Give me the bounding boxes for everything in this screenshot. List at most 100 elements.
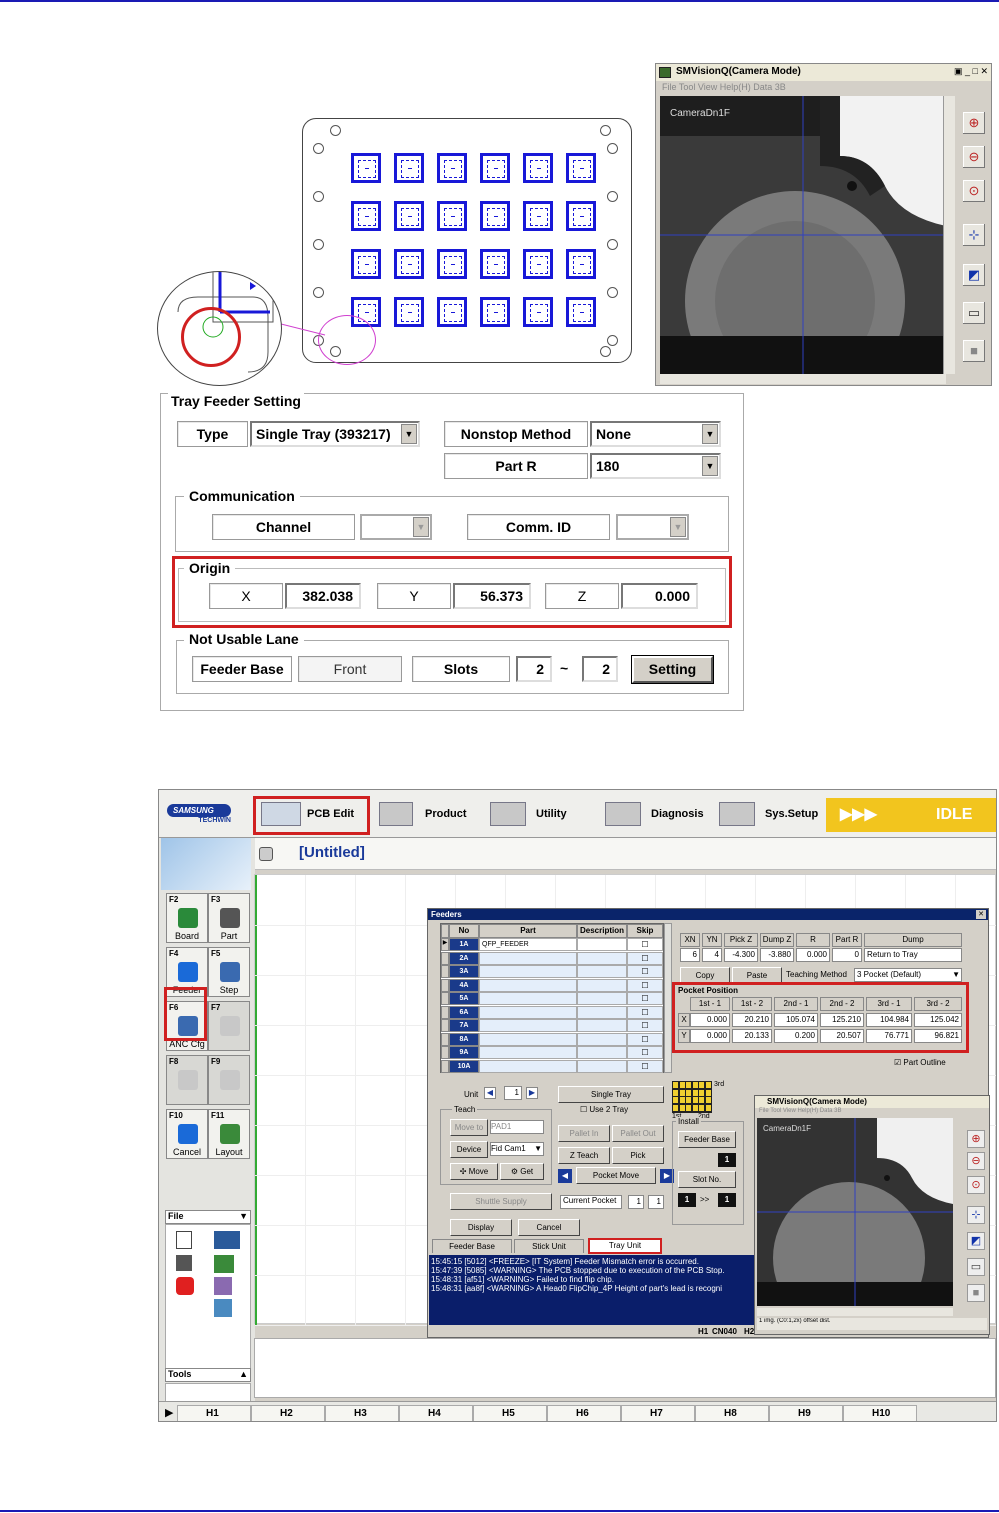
feeder-no-cell[interactable]: 5A	[449, 992, 479, 1005]
save-icon[interactable]	[176, 1255, 192, 1271]
row-selector[interactable]	[441, 951, 449, 965]
description-cell[interactable]	[577, 965, 627, 978]
z-teach-button[interactable]: Z Teach	[558, 1147, 610, 1164]
part-r-select[interactable]: 180 ▼	[590, 453, 721, 479]
current-row-marker[interactable]: ▶	[441, 938, 449, 951]
description-cell[interactable]	[577, 951, 627, 965]
pocket-y-value[interactable]: 20.133	[732, 1029, 772, 1043]
pocket-y-value[interactable]: 76.771	[866, 1029, 912, 1043]
feeder-no-cell[interactable]: 6A	[449, 1005, 479, 1019]
play-icon[interactable]: ▶	[165, 1406, 173, 1419]
stop-icon[interactable]: ■	[967, 1284, 985, 1302]
slot-from-field[interactable]: 2	[516, 656, 552, 682]
feeder-no-cell[interactable]: 2A	[449, 951, 479, 965]
status-cell[interactable]: H7	[621, 1405, 695, 1421]
setting-button[interactable]: Setting	[631, 655, 714, 684]
row-selector[interactable]	[441, 1019, 449, 1032]
feeder-base-button[interactable]: Feeder Base	[678, 1131, 736, 1148]
new-file-icon[interactable]	[176, 1231, 192, 1249]
skip-checkbox[interactable]: ☐	[627, 1005, 663, 1019]
pocket-y-value[interactable]: 0.200	[774, 1029, 818, 1043]
feeder-no-cell[interactable]: 4A	[449, 978, 479, 992]
skip-checkbox[interactable]: ☐	[627, 1046, 663, 1059]
feeder-no-cell[interactable]: 1A	[449, 938, 479, 951]
window-icon[interactable]: ▭	[967, 1258, 985, 1276]
display-button[interactable]: Display	[450, 1219, 512, 1236]
origin-z-field[interactable]: 0.000	[621, 583, 698, 609]
description-cell[interactable]	[577, 1046, 627, 1059]
type-select[interactable]: Single Tray (393217) ▼	[250, 421, 420, 447]
description-cell[interactable]	[577, 1005, 627, 1019]
channel-select[interactable]: ▼	[360, 514, 432, 540]
import-icon[interactable]	[214, 1255, 234, 1273]
skip-checkbox[interactable]: ☐	[627, 992, 663, 1005]
nonstop-method-select[interactable]: None ▼	[590, 421, 721, 447]
fkey-f2[interactable]: F2 Board	[166, 893, 208, 943]
feeder-no-cell[interactable]: 9A	[449, 1046, 479, 1059]
skip-checkbox[interactable]: ☐	[627, 978, 663, 992]
row-selector[interactable]	[441, 1059, 449, 1073]
pocket-y-value[interactable]: 0.000	[690, 1029, 730, 1043]
feeder-table-scrollbar[interactable]	[664, 923, 672, 1073]
pocket-x-value[interactable]: 104.984	[866, 1013, 912, 1027]
tab-utility[interactable]: Utility	[484, 798, 596, 831]
row-selector[interactable]	[441, 1046, 449, 1059]
single-tray-button[interactable]: Single Tray	[558, 1086, 664, 1103]
unit-value[interactable]: 1	[504, 1086, 522, 1100]
fkey-f11[interactable]: F11 Layout	[208, 1109, 250, 1159]
tab-stick-unit[interactable]: Stick Unit	[514, 1239, 584, 1253]
row-selector[interactable]	[441, 978, 449, 992]
feeder-no-cell[interactable]: 3A	[449, 965, 479, 978]
description-cell[interactable]	[577, 1059, 627, 1073]
camera-hscrollbar[interactable]	[660, 374, 946, 384]
description-cell[interactable]	[577, 1032, 627, 1046]
pocket-x-value[interactable]: 125.210	[820, 1013, 864, 1027]
feeder-no-cell[interactable]: 8A	[449, 1032, 479, 1046]
move-button[interactable]: ✣ Move	[450, 1163, 498, 1180]
status-cell[interactable]: H2	[251, 1405, 325, 1421]
part-cell[interactable]	[479, 951, 577, 965]
network-icon[interactable]	[214, 1299, 232, 1317]
part-cell[interactable]	[479, 1046, 577, 1059]
zoom-out-icon[interactable]: ⊖	[961, 144, 987, 170]
description-cell[interactable]	[577, 938, 627, 951]
xn-value[interactable]: 0	[832, 948, 862, 962]
tab-product[interactable]: Product	[373, 798, 481, 831]
skip-checkbox[interactable]: ☐	[627, 1019, 663, 1032]
zoom-out-icon[interactable]: ⊖	[967, 1152, 985, 1170]
part-cell[interactable]	[479, 1019, 577, 1032]
tools-menu[interactable]: Tools ▲	[165, 1368, 251, 1382]
window-icon[interactable]: ▭	[961, 300, 987, 326]
status-cell[interactable]: H5	[473, 1405, 547, 1421]
stop-icon[interactable]: ■	[961, 338, 987, 364]
zoom-fit-icon[interactable]: ⊙	[961, 178, 987, 204]
use-2-tray-checkbox[interactable]: ☐ Use 2 Tray	[580, 1105, 628, 1114]
status-cell[interactable]: H1	[177, 1405, 251, 1421]
pocket-x-value[interactable]: 20.210	[732, 1013, 772, 1027]
status-cell[interactable]: H10	[843, 1405, 917, 1421]
pocket-move-button[interactable]: Pocket Move	[576, 1167, 656, 1184]
open-folder-icon[interactable]	[214, 1231, 240, 1249]
power-icon[interactable]	[176, 1277, 194, 1295]
fkey-f7[interactable]: F7	[208, 1001, 250, 1051]
part-cell[interactable]	[479, 992, 577, 1005]
close-icon[interactable]: ✕	[976, 910, 986, 919]
skip-checkbox[interactable]: ☐	[627, 1059, 663, 1073]
feeder-no-cell[interactable]: 7A	[449, 1019, 479, 1032]
row-selector[interactable]	[441, 1032, 449, 1046]
window-controls[interactable]: ▣ _ □ ✕	[942, 66, 988, 79]
tab-tray-unit[interactable]: Tray Unit	[588, 1238, 662, 1254]
slot-to-field[interactable]: 2	[582, 656, 618, 682]
device-button[interactable]: Device	[450, 1141, 488, 1158]
pick-button[interactable]: Pick	[612, 1147, 664, 1164]
skip-checkbox[interactable]: ☐	[627, 965, 663, 978]
fkey-f3[interactable]: F3 Part	[208, 893, 250, 943]
slot-no-button[interactable]: Slot No.	[678, 1171, 736, 1188]
tab-diagnosis[interactable]: Diagnosis	[599, 798, 711, 831]
status-cell[interactable]: H6	[547, 1405, 621, 1421]
zoom-in-icon[interactable]: ⊕	[967, 1130, 985, 1148]
origin-y-field[interactable]: 56.373	[453, 583, 531, 609]
fkey-f10[interactable]: F10 Cancel	[166, 1109, 208, 1159]
fkey-f9[interactable]: F9	[208, 1055, 250, 1105]
pocket-prev-icon[interactable]: ◀	[558, 1169, 572, 1183]
